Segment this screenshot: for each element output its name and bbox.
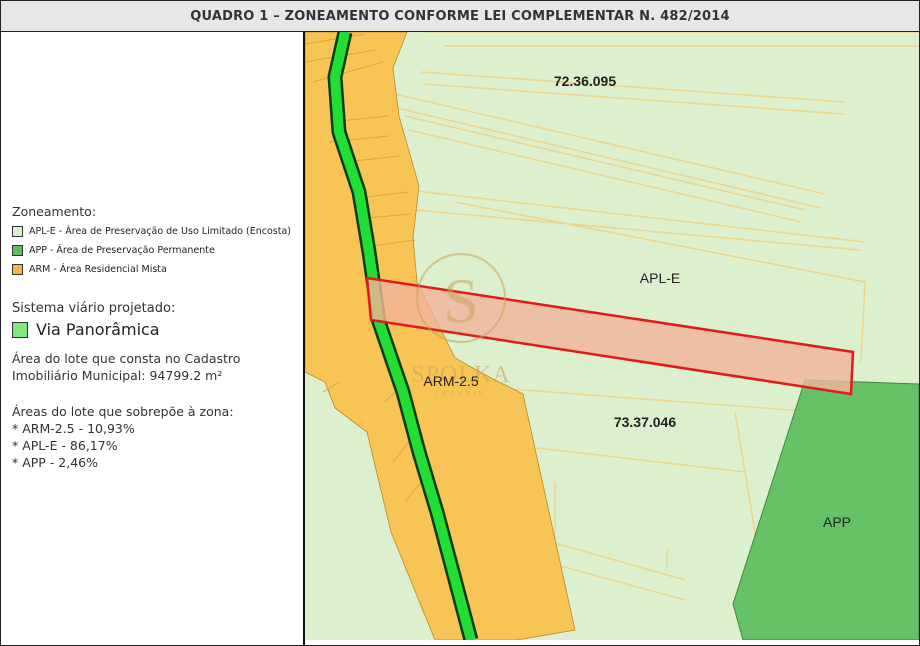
overlap-heading: Áreas do lote que sobrepõe à zona:: [12, 404, 234, 419]
overlap-text: Áreas do lote que sobrepõe à zona: * ARM…: [12, 403, 234, 471]
legend-panel: Zoneamento: APL-E - Área de Preservação …: [1, 32, 305, 645]
overlap-line-arm: * ARM-2.5 - 10,93%: [12, 421, 135, 436]
parcel-label-north: 72.36.095: [554, 73, 616, 89]
figure-frame: QUADRO 1 – ZONEAMENTO CONFORME LEI COMPL…: [0, 0, 920, 646]
watermark-subtext: IMÓVEIS: [436, 389, 486, 398]
zoning-legend: Zoneamento: APL-E - Área de Preservação …: [12, 204, 291, 279]
legend-item-label: ARM - Área Residencial Mista: [29, 264, 167, 275]
arm-swatch: [12, 264, 23, 275]
road-swatch: [12, 321, 28, 338]
road-legend: Sistema viário projetado: Via Panorâmica: [12, 301, 175, 339]
watermark-letter: S: [443, 265, 479, 336]
legend-item-app: APP - Área de Preservação Permanente: [12, 241, 291, 260]
zone-label-app: APP: [823, 514, 851, 530]
lot-area-line-1: Área do lote que consta no Cadastro: [12, 351, 241, 366]
aple-swatch: [12, 226, 23, 237]
legend-item-label: APP - Área de Preservação Permanente: [29, 245, 215, 256]
zoning-map[interactable]: S SPOLKA IMÓVEIS 72.36.095 APL-E ARM-2.5…: [305, 32, 919, 640]
zone-label-arm: ARM-2.5: [423, 373, 478, 389]
lot-area-line-2: Imobiliário Municipal: 94799.2 m²: [12, 368, 223, 383]
road-label: Via Panorâmica: [36, 320, 160, 339]
zoning-legend-heading: Zoneamento:: [12, 204, 97, 219]
zone-label-aple: APL-E: [640, 270, 680, 286]
overlap-line-app: * APP - 2,46%: [12, 455, 99, 470]
legend-item-via-panoramica: Via Panorâmica: [12, 320, 175, 339]
legend-item-arm: ARM - Área Residencial Mista: [12, 260, 291, 279]
parcel-label-south: 73.37.046: [614, 414, 676, 430]
legend-item-label: APL-E - Área de Preservação de Uso Limit…: [29, 226, 291, 237]
figure-title: QUADRO 1 – ZONEAMENTO CONFORME LEI COMPL…: [190, 8, 730, 24]
map-canvas: S SPOLKA IMÓVEIS 72.36.095 APL-E ARM-2.5…: [305, 32, 919, 640]
overlap-line-aple: * APL-E - 86,17%: [12, 438, 118, 453]
lot-area-text: Área do lote que consta no Cadastro Imob…: [12, 350, 240, 384]
app-swatch: [12, 245, 23, 256]
road-legend-heading: Sistema viário projetado:: [12, 301, 176, 316]
legend-item-aple: APL-E - Área de Preservação de Uso Limit…: [12, 222, 291, 241]
figure-header: QUADRO 1 – ZONEAMENTO CONFORME LEI COMPL…: [1, 1, 919, 32]
